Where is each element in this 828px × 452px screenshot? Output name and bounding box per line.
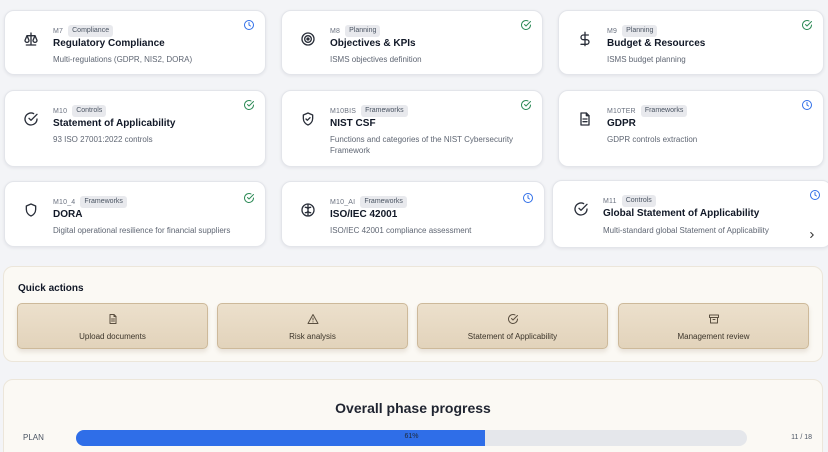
module-card-m10bis[interactable]: M10BIS Frameworks NIST CSF Functions and… xyxy=(281,90,543,167)
module-tag: Planning xyxy=(622,25,658,37)
chevron-right-icon[interactable] xyxy=(807,230,817,240)
module-tag: Controls xyxy=(621,195,656,207)
scale-icon xyxy=(23,31,39,47)
statement-of-applicability-button[interactable]: Statement of Applicability xyxy=(417,303,608,349)
module-description: 93 ISO 27001:2022 controls xyxy=(53,135,153,144)
quick-actions-title: Quick actions xyxy=(18,283,84,294)
module-card-m11[interactable]: M11 Controls Global Statement of Applica… xyxy=(552,180,828,248)
module-card-m10-ai[interactable]: M10_AI Frameworks ISO/IEC 42001 ISO/IEC … xyxy=(281,181,545,247)
check-circle-icon xyxy=(243,192,255,204)
check-circle-icon xyxy=(23,111,39,127)
module-title: Regulatory Compliance xyxy=(53,38,165,49)
upload-documents-button[interactable]: Upload documents xyxy=(17,303,208,349)
progress-title: Overall phase progress xyxy=(335,400,491,416)
quick-actions-panel: Quick actions Upload documents Risk anal… xyxy=(3,266,823,362)
module-tag: Frameworks xyxy=(360,196,407,208)
clock-icon xyxy=(243,19,255,31)
module-code: M7 xyxy=(53,27,64,35)
management-review-label: Management review xyxy=(677,332,750,341)
warning-icon xyxy=(307,313,319,325)
module-card-m10ter[interactable]: M10TER Frameworks GDPR GDPR controls ext… xyxy=(558,90,824,167)
phase-label: PLAN xyxy=(23,433,44,442)
module-description: Functions and categories of the NIST Cyb… xyxy=(330,135,514,155)
module-code: M10 xyxy=(53,107,68,115)
risk-analysis-button[interactable]: Risk analysis xyxy=(217,303,408,349)
module-code: M8 xyxy=(330,27,341,35)
check-circle-icon xyxy=(573,201,589,217)
module-title: Statement of Applicability xyxy=(53,118,176,129)
check-circle-icon xyxy=(507,313,519,325)
module-description: ISO/IEC 42001 compliance assessment xyxy=(330,226,472,235)
module-code: M10_AI xyxy=(330,198,356,206)
module-tag: Compliance xyxy=(68,25,114,37)
phase-progress-panel: Overall phase progress PLAN 61% 11 / 18 xyxy=(3,379,823,452)
target-icon xyxy=(300,31,316,47)
progress-bar: 61% xyxy=(76,430,747,446)
module-tag: Frameworks xyxy=(640,105,688,117)
module-card-m8[interactable]: M8 Planning Objectives & KPIs ISMS objec… xyxy=(281,10,543,75)
progress-percent: 61% xyxy=(404,433,419,440)
check-circle-icon xyxy=(520,99,532,111)
clock-icon xyxy=(801,99,813,111)
module-code: M11 xyxy=(603,197,617,205)
module-title: DORA xyxy=(53,209,83,220)
module-description: Multi-standard global Statement of Appli… xyxy=(603,226,769,235)
module-tag: Frameworks xyxy=(80,196,127,208)
module-card-m7[interactable]: M7 Compliance Regulatory Compliance Mult… xyxy=(4,10,266,75)
check-circle-icon xyxy=(801,19,813,31)
module-card-m10-4[interactable]: M10_4 Frameworks DORA Digital operationa… xyxy=(4,181,266,247)
statement-of-applicability-label: Statement of Applicability xyxy=(467,332,558,341)
shield-check-icon xyxy=(300,111,316,127)
document-icon xyxy=(577,111,593,127)
clock-icon xyxy=(522,192,534,204)
module-code: M9 xyxy=(607,27,618,35)
module-card-m10[interactable]: M10 Controls Statement of Applicability … xyxy=(4,90,266,167)
module-card-m9[interactable]: M9 Planning Budget & Resources ISMS budg… xyxy=(558,10,824,75)
progress-count: 11 / 18 xyxy=(791,434,812,441)
module-title: ISO/IEC 42001 xyxy=(330,209,398,220)
archive-icon xyxy=(708,313,720,325)
module-description: ISMS objectives definition xyxy=(330,55,422,64)
shield-icon xyxy=(23,202,39,218)
management-review-button[interactable]: Management review xyxy=(618,303,809,349)
module-tag: Frameworks xyxy=(361,105,408,117)
check-circle-icon xyxy=(243,99,255,111)
module-description: Multi-regulations (GDPR, NIS2, DORA) xyxy=(53,55,193,64)
module-title: Global Statement of Applicability xyxy=(603,208,760,219)
module-code: M10TER xyxy=(607,107,636,115)
upload-documents-label: Upload documents xyxy=(79,332,146,341)
module-description: Digital operational resilience for finan… xyxy=(53,226,231,235)
module-title: NIST CSF xyxy=(330,118,376,129)
module-description: ISMS budget planning xyxy=(607,55,686,64)
dollar-icon xyxy=(577,31,593,47)
module-title: Budget & Resources xyxy=(607,38,706,49)
module-tag: Planning xyxy=(345,25,381,37)
clock-icon xyxy=(809,189,821,201)
check-circle-icon xyxy=(520,19,532,31)
module-title: Objectives & KPIs xyxy=(330,38,416,49)
file-icon xyxy=(107,313,119,325)
module-tag: Controls xyxy=(72,105,107,117)
risk-analysis-label: Risk analysis xyxy=(289,332,336,341)
module-title: GDPR xyxy=(607,118,636,129)
brain-icon xyxy=(300,202,316,218)
module-code: M10_4 xyxy=(53,198,76,206)
module-description: GDPR controls extraction xyxy=(607,135,698,144)
module-code: M10BIS xyxy=(330,107,357,115)
